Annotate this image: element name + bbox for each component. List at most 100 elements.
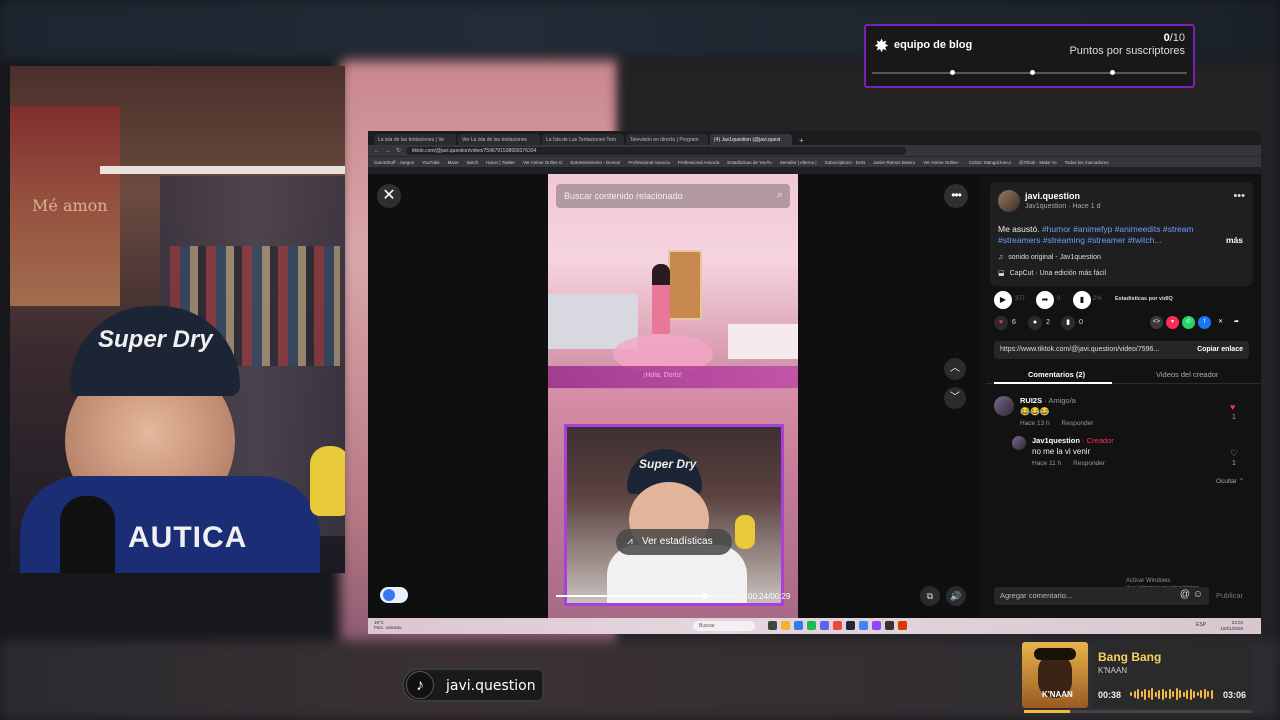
taskbar-app-icon[interactable] (898, 621, 907, 630)
taskbar-app-icon[interactable] (846, 621, 855, 630)
game-door (668, 250, 702, 320)
bookmark-item[interactable]: Subscriptions - DAN (825, 160, 866, 165)
post-username[interactable]: javi.question (1025, 191, 1080, 201)
related-search-input[interactable]: Buscar contenido relacionado ⌕ (556, 184, 790, 208)
sound-line[interactable]: ♫ sonido original - Jav1question (998, 254, 1101, 261)
bar-chart-icon[interactable]: ▮ (1073, 291, 1091, 309)
avatar[interactable] (998, 190, 1020, 212)
bookmark-item[interactable]: Entretenimiento - Descar (571, 160, 621, 165)
taskbar-app-icon[interactable] (768, 621, 777, 630)
video-link-field[interactable]: https://www.tiktok.com/@javi.question/vi… (994, 341, 1249, 359)
comment-author[interactable]: Jav1question · Creador (1032, 436, 1114, 445)
goal-label: equipo de blog (894, 39, 973, 51)
publish-button[interactable]: Publicar (1216, 591, 1243, 600)
now-playing-widget: K'NAAN Bang Bang K'NAAN 00:38 03:06 (1022, 642, 1252, 713)
browser-tab[interactable]: La isla de las tentaciones | Ve (374, 134, 456, 145)
share-arrow-icon[interactable]: ➦ (1036, 291, 1054, 309)
add-comment-input[interactable]: Agregar comentario... @ ☺ (994, 587, 1209, 605)
chevron-down-icon[interactable]: ﹀ (944, 387, 966, 409)
taskbar-app-icon[interactable] (859, 621, 868, 630)
bookmark-item[interactable]: Servidor | Alterno | (780, 160, 817, 165)
browser-tab[interactable]: La Isla de Las Tentaciones Tem (542, 134, 624, 145)
taskbar-app-icon[interactable] (833, 621, 842, 630)
comment-like-heart-icon[interactable]: ♡ (1230, 448, 1238, 459)
bookmark-item[interactable]: Ver Anime Online G (523, 160, 563, 165)
comment-icon[interactable]: ● (1028, 316, 1042, 330)
bookmark-item[interactable]: Professional Associa (678, 160, 720, 165)
taskbar-app-icon[interactable] (872, 621, 881, 630)
bookmark-item[interactable]: @Tiktok - Make Yo (1019, 160, 1057, 165)
subscriber-goal-widget: ✸ equipo de blog 0/10 Puntos por suscrip… (864, 24, 1195, 88)
video-progress-bar[interactable] (556, 593, 736, 599)
heart-icon[interactable]: ♥ (994, 316, 1008, 330)
view-stats-button[interactable]: ⩘ Ver estadísticas (616, 529, 732, 555)
goal-marker (950, 70, 955, 75)
more-options-icon[interactable]: ••• (944, 184, 968, 208)
extension-toggle-icon[interactable] (380, 587, 408, 603)
post-hashtags-1[interactable]: #humor #animefyp #animeedits #stream (1042, 224, 1194, 234)
browser-tab-active[interactable]: (4) Jav1question (@javi.quest (710, 134, 792, 145)
copy-link-button[interactable]: Copiar enlace (1197, 346, 1243, 353)
taskbar-language[interactable]: ESP (1196, 622, 1206, 628)
reload-icon[interactable]: ↻ (396, 147, 401, 154)
bookmark-item[interactable]: YouTube (422, 160, 440, 165)
mention-emoji-icons[interactable]: @ ☺ (1180, 589, 1203, 600)
bookmark-item[interactable]: Maxe (448, 160, 459, 165)
bookmark-item[interactable]: GameStuff - Juegos (374, 160, 414, 165)
more-text-link[interactable]: más (1226, 235, 1243, 245)
capcut-line[interactable]: ⬓ CapCut · Una edición más fácil (998, 269, 1106, 277)
url-field[interactable]: tiktok.com/@javi.question/video/75967915… (406, 146, 907, 155)
video-player[interactable]: ¡Hola, Doris! Buscar contenido relaciona… (548, 174, 798, 618)
taskbar-app-icon[interactable] (781, 621, 790, 630)
bookmark-item[interactable]: Todos los marcadores (1065, 160, 1109, 165)
bookmark-icon[interactable]: ▮ (1061, 316, 1075, 330)
embed-icon[interactable]: <> (1150, 316, 1163, 329)
taskbar-app-icon[interactable] (820, 621, 829, 630)
send-icon[interactable]: ▾ (1166, 316, 1179, 329)
bookmark-item[interactable]: twitch (467, 160, 479, 165)
comment-author[interactable]: RUI2S · Amigo/a (1020, 396, 1076, 405)
taskbar-app-icon[interactable] (794, 621, 803, 630)
avatar[interactable] (994, 396, 1014, 416)
taskbar-search[interactable]: Buscar (693, 621, 755, 631)
tab-comments[interactable]: Comentarios (2) (1028, 370, 1085, 379)
capcut-text: CapCut · Una edición más fácil (1009, 270, 1107, 277)
chevron-up-icon[interactable]: ︿ (944, 358, 966, 380)
search-icon[interactable]: ⌕ (777, 189, 783, 202)
browser-tab[interactable]: Televisión en directo | Program (626, 134, 708, 145)
play-icon[interactable]: ▶ (994, 291, 1012, 309)
active-tab-indicator (994, 382, 1112, 384)
bookmark-item[interactable]: Javier Ramos Botero (873, 160, 915, 165)
taskbar-app-icon[interactable] (807, 621, 816, 630)
taskbar-clock[interactable]: 23:03 18/01/2026 (1220, 620, 1243, 632)
floating-player-icon[interactable]: ⧉ (920, 586, 940, 606)
new-tab-icon[interactable]: + (794, 136, 809, 145)
volume-icon[interactable]: 🔊 (946, 586, 966, 606)
bookmark-item[interactable]: Professional Associa (628, 160, 670, 165)
waveform-bar (1186, 689, 1188, 699)
waveform-bar (1151, 688, 1153, 700)
comment-like-heart-icon[interactable]: ♥ (1230, 402, 1235, 412)
forward-icon[interactable]: → (385, 148, 391, 154)
weather-widget[interactable]: 19°C Parc. soleado (374, 620, 402, 630)
bookmark-item[interactable]: Ver Anime Online - (923, 160, 961, 165)
bookmark-item[interactable]: Hacer | Twitter (486, 160, 515, 165)
share-icon[interactable]: ➦ (1230, 316, 1243, 329)
tab-creator-videos[interactable]: Videos del creador (1156, 370, 1218, 379)
bookmark-item[interactable]: Cultos: Manga/Jueco (969, 160, 1011, 165)
x-icon[interactable]: ✕ (1214, 316, 1227, 329)
back-icon[interactable]: ← (374, 148, 380, 154)
taskbar-app-icon[interactable] (885, 621, 894, 630)
reply-button[interactable]: Responder (1062, 420, 1094, 427)
browser-tab[interactable]: Ver La isla de las tentaciones (458, 134, 540, 145)
avatar[interactable] (1012, 436, 1026, 450)
waveform-bar (1144, 688, 1146, 700)
hide-replies-link[interactable]: Ocultar ⌃ (1216, 477, 1244, 485)
whatsapp-icon[interactable]: ✆ (1182, 316, 1195, 329)
reply-button[interactable]: Responder (1073, 460, 1105, 467)
bookmark-item[interactable]: Estadísticas de YouTu (727, 160, 771, 165)
close-icon[interactable]: ✕ (377, 184, 401, 208)
post-hashtags-2[interactable]: #streamers #streaming #streamer #twitch.… (998, 235, 1161, 245)
facebook-icon[interactable]: f (1198, 316, 1211, 329)
more-icon[interactable]: ••• (1233, 190, 1245, 202)
